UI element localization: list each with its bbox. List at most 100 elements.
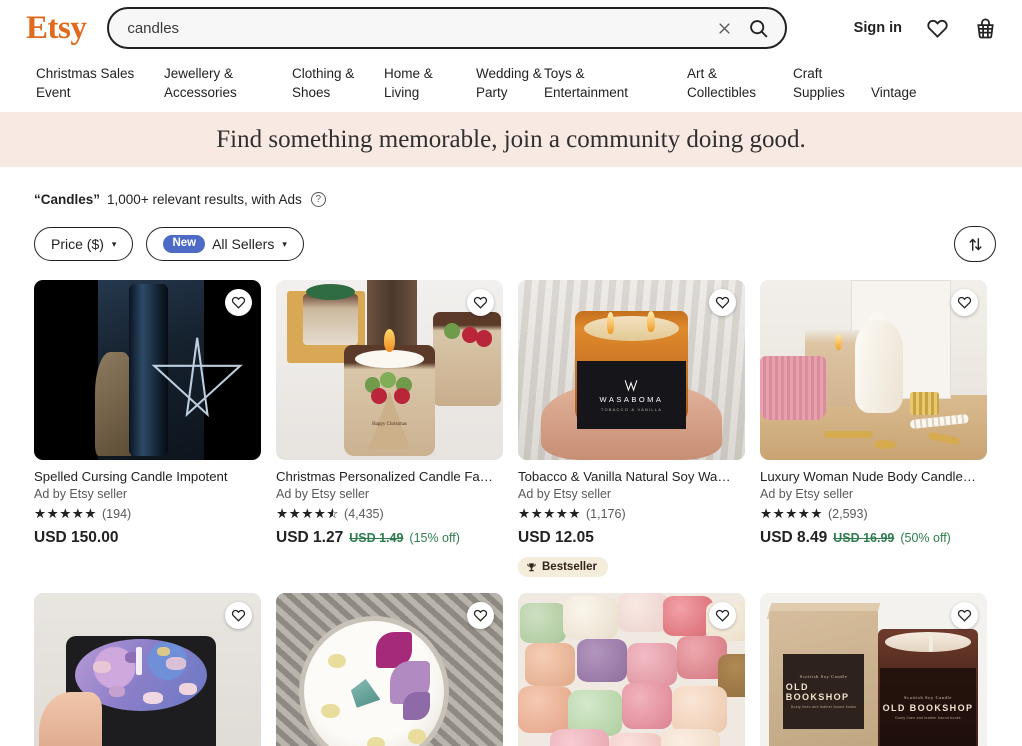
heart-icon[interactable] <box>924 15 950 41</box>
jar-label-desc: Dusty linen and leather bound books <box>895 716 961 721</box>
etsy-logo[interactable]: Etsy <box>26 11 87 45</box>
product-rating: ★★★★★ (194) <box>34 507 261 521</box>
product-discount: (50% off) <box>900 531 951 545</box>
product-card[interactable]: WASABOMA TOBACCO & VANILLA Tobacco & Van… <box>518 280 745 578</box>
product-image[interactable]: Scottish Soy Candle OLD BOOKSHOP Dusty l… <box>760 592 987 746</box>
product-image[interactable]: Happy Christmas <box>276 280 503 460</box>
header-actions: Sign in <box>854 15 1004 41</box>
product-rating: ★★★★☆★ (4,435) <box>276 507 503 521</box>
nav-item-vintage[interactable]: Vintage <box>871 60 917 102</box>
box-label-small: Scottish Soy Candle <box>799 673 848 679</box>
product-price: USD 150.00 <box>34 529 119 546</box>
all-sellers-label: All Sellers <box>212 236 275 252</box>
product-discount: (15% off) <box>409 531 460 545</box>
box-label: Scottish Soy Candle OLD BOOKSHOP Dusty l… <box>782 653 865 730</box>
sign-in-button[interactable]: Sign in <box>854 20 902 36</box>
all-sellers-filter-button[interactable]: New All Sellers ▾ <box>146 227 304 261</box>
site-header: Etsy Sign in <box>0 0 1022 56</box>
nav-item-toys-entertainment[interactable]: Toys & Entertainment <box>544 60 687 102</box>
clear-search-icon[interactable] <box>709 13 739 43</box>
promo-banner: Find something memorable, join a communi… <box>0 112 1022 167</box>
product-grid: Spelled Cursing Candle Impotent Ad by Et… <box>0 262 1022 746</box>
candle-label: WASABOMA TOBACCO & VANILLA <box>577 361 686 430</box>
product-price-row: USD 8.49 USD 16.99 (50% off) <box>760 529 987 547</box>
search-input[interactable] <box>127 9 710 47</box>
nav-item-art-collectibles[interactable]: Art & Collectibles <box>687 60 793 102</box>
favorite-button[interactable] <box>951 289 978 316</box>
favorite-button[interactable] <box>709 289 736 316</box>
product-title[interactable]: Luxury Woman Nude Body Candle… <box>760 469 987 484</box>
product-title[interactable]: Spelled Cursing Candle Impotent <box>34 469 261 484</box>
trophy-icon <box>527 562 536 571</box>
chevron-down-icon: ▾ <box>282 238 287 249</box>
product-price-row: USD 12.05 <box>518 529 745 547</box>
product-price: USD 8.49 <box>760 529 828 546</box>
product-card[interactable] <box>518 592 745 746</box>
product-card[interactable]: Luxury Woman Nude Body Candle… Ad by Ets… <box>760 280 987 578</box>
search-bar[interactable] <box>107 7 788 49</box>
product-original-price: USD 1.49 <box>349 531 404 545</box>
favorite-button[interactable] <box>225 289 252 316</box>
product-card[interactable]: Happy Christmas Christmas Personalized C… <box>276 280 503 578</box>
status-badge-label: Bestseller <box>542 561 597 573</box>
product-image[interactable] <box>518 592 745 746</box>
product-original-price: USD 16.99 <box>833 531 895 545</box>
chevron-down-icon: ▾ <box>111 238 117 249</box>
nav-item-wedding-party[interactable]: Wedding & Party <box>476 60 544 102</box>
product-rating: ★★★★★ (2,593) <box>760 507 987 521</box>
nav-item-home-living[interactable]: Home & Living <box>384 60 476 102</box>
review-count: (2,593) <box>828 507 868 521</box>
results-summary: “Candles” 1,000+ relevant results, with … <box>0 167 1022 207</box>
favorite-button[interactable] <box>467 601 494 629</box>
question-mark-icon[interactable]: ? <box>310 192 326 207</box>
product-card[interactable]: Spelled Cursing Candle Impotent Ad by Et… <box>34 280 261 578</box>
product-image[interactable] <box>34 592 261 746</box>
product-image[interactable] <box>760 280 987 460</box>
review-count: (1,176) <box>586 507 626 521</box>
product-ad-label: Ad by Etsy seller <box>760 487 854 501</box>
search-icon[interactable] <box>739 11 777 45</box>
product-card[interactable]: Scottish Soy Candle OLD BOOKSHOP Dusty l… <box>760 592 987 746</box>
product-card[interactable] <box>276 592 503 746</box>
product-image[interactable] <box>34 280 261 460</box>
star-rating-icon: ★★★★★ <box>34 506 98 522</box>
basket-icon[interactable] <box>972 15 998 41</box>
jar-label: Scottish Soy Candle OLD BOOKSHOP Dusty l… <box>880 668 976 746</box>
brand-mark-icon <box>625 379 638 392</box>
product-price: USD 1.27 <box>276 529 344 546</box>
nav-item-christmas-sales-event[interactable]: Christmas Sales Event <box>36 60 164 102</box>
nav-item-jewellery-accessories[interactable]: Jewellery & Accessories <box>164 60 292 102</box>
product-image[interactable]: WASABOMA TOBACCO & VANILLA <box>518 280 745 460</box>
sort-button[interactable] <box>954 226 996 262</box>
product-price-row: USD 150.00 <box>34 529 261 547</box>
favorite-button[interactable] <box>951 601 978 629</box>
product-price: USD 12.05 <box>518 529 594 546</box>
product-card[interactable] <box>34 592 261 746</box>
jar-label-small: Scottish Soy Candle <box>904 695 952 701</box>
nav-item-craft-supplies[interactable]: Craft Supplies <box>793 60 871 102</box>
filter-toolbar: Price ($) ▾ New All Sellers ▾ <box>0 207 1022 262</box>
favorite-button[interactable] <box>467 289 494 316</box>
review-count: (4,435) <box>344 507 384 521</box>
price-filter-button[interactable]: Price ($) ▾ <box>34 227 134 261</box>
nav-item-clothing-shoes[interactable]: Clothing & Shoes <box>292 60 384 102</box>
product-ad-label: Ad by Etsy seller <box>276 487 370 501</box>
product-ad-label: Ad by Etsy seller <box>518 487 612 501</box>
star-rating-icon: ★★★★☆★ <box>276 506 340 522</box>
jar-label-title: OLD BOOKSHOP <box>882 703 974 714</box>
product-ad-label: Ad by Etsy seller <box>34 487 128 501</box>
product-rating: ★★★★★ (1,176) <box>518 507 745 521</box>
pentagram-icon <box>151 337 244 418</box>
favorite-button[interactable] <box>225 601 252 629</box>
favorite-button[interactable] <box>709 601 736 629</box>
product-image[interactable] <box>276 592 503 746</box>
box-label-desc: Dusty linen and leather bound books <box>790 704 857 709</box>
product-title[interactable]: Tobacco & Vanilla Natural Soy Wa… <box>518 469 745 484</box>
product-title[interactable]: Christmas Personalized Candle Fa… <box>276 469 503 484</box>
box-label-title: OLD BOOKSHOP <box>785 681 850 702</box>
product-price-row: USD 1.27 USD 1.49 (15% off) <box>276 529 503 547</box>
results-query: “Candles” <box>34 192 101 207</box>
status-badge: Bestseller <box>518 557 608 577</box>
price-filter-label: Price ($) <box>51 236 104 252</box>
results-count: 1,000+ relevant results, with Ads <box>107 192 302 207</box>
